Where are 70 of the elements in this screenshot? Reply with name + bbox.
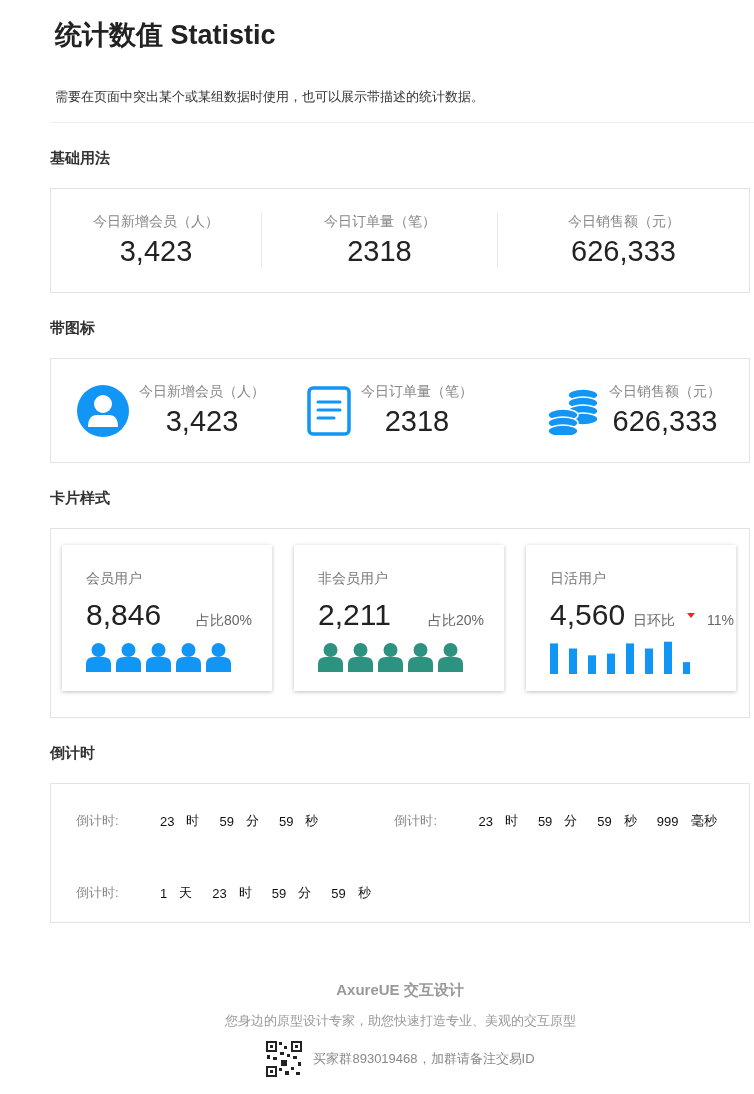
- trend-label: 日环比: [633, 612, 676, 630]
- trend-value: 11%: [707, 612, 735, 628]
- countdown-unit: 秒: [305, 812, 319, 830]
- countdown-label: 倒计时:: [394, 812, 439, 830]
- person-icon: [206, 642, 231, 672]
- countdown-unit: 天: [179, 884, 193, 902]
- card-value: 8,846: [86, 598, 162, 632]
- stat-value: 2318: [384, 405, 450, 438]
- countdown-unit: 分: [298, 884, 312, 902]
- stat-value: 626,333: [612, 405, 718, 438]
- stat-label: 今日新增会员（人）: [139, 383, 265, 401]
- user-icon: [77, 384, 129, 437]
- stat-label: 今日销售额（元）: [609, 383, 721, 401]
- stat-value: 3,423: [119, 235, 193, 268]
- countdown-number: 59: [597, 813, 612, 829]
- document-icon: [307, 385, 351, 436]
- footer-brand: AxureUE 交互设计: [336, 981, 464, 1000]
- countdown-unit: 毫秒: [690, 812, 717, 830]
- card-label: 非会员用户: [318, 570, 388, 588]
- countdown-unit: 时: [186, 812, 200, 830]
- countdown-number: 59: [537, 813, 553, 829]
- countdown-number: 23: [212, 885, 227, 901]
- countdown-unit: 时: [238, 884, 252, 902]
- section-heading: 带图标: [50, 319, 95, 338]
- card-label: 日活用户: [550, 570, 606, 588]
- countdown-number: 999: [656, 813, 679, 829]
- coins-icon: [547, 386, 599, 435]
- person-icon: [318, 642, 343, 672]
- countdown-unit: 分: [564, 812, 578, 830]
- stat-label: 今日订单量（笔）: [361, 383, 473, 401]
- person-icon: [116, 642, 141, 672]
- footer-slogan: 您身边的原型设计专家，助您快速打造专业、美观的交互原型: [224, 1012, 576, 1030]
- stat-value: 626,333: [571, 235, 676, 268]
- countdown-label: 倒计时:: [76, 812, 120, 830]
- countdown-number: 59: [219, 813, 234, 829]
- countdown-number: 59: [278, 813, 294, 829]
- card-value: 4,560: [550, 598, 626, 632]
- stat-label: 今日订单量（笔）: [323, 213, 436, 231]
- card-label: 会员用户: [86, 570, 142, 588]
- countdown-label: 倒计时:: [76, 884, 120, 902]
- stat-label: 今日销售额（元）: [567, 213, 680, 231]
- stat-value: 3,423: [165, 405, 239, 438]
- person-icon: [146, 642, 171, 672]
- section-heading: 卡片样式: [50, 489, 110, 508]
- card-value: 2,211: [318, 598, 391, 632]
- countdown-number: 59: [271, 885, 287, 901]
- ratio-text: 占比80%: [195, 612, 252, 630]
- person-icon: [408, 642, 433, 672]
- person-icon: [378, 642, 403, 672]
- section-heading: 倒计时: [50, 744, 95, 763]
- countdown-number: 23: [160, 813, 175, 829]
- stat-label: 今日新增会员（人）: [93, 213, 219, 231]
- countdown-unit: 秒: [623, 812, 637, 830]
- person-icon: [348, 642, 373, 672]
- stat-value: 2318: [347, 235, 412, 268]
- countdown-unit: 分: [245, 812, 259, 830]
- countdown-unit: 秒: [357, 884, 371, 902]
- qr-code-icon: [265, 1040, 304, 1078]
- page-title: 统计数值 Statistic: [53, 19, 276, 52]
- countdown-number: 59: [331, 885, 346, 901]
- countdown-unit: 时: [504, 812, 518, 830]
- countdown-number: 23: [478, 813, 493, 829]
- person-icon: [438, 642, 463, 672]
- countdown-number: 1: [160, 885, 168, 901]
- person-icon: [176, 642, 201, 672]
- contact-text: 买家群893019468，加群请备注交易ID: [313, 1050, 535, 1068]
- person-icon: [86, 642, 111, 672]
- page-description: 需要在页面中突出某个或某组数据时使用，也可以展示带描述的统计数据。: [54, 88, 484, 106]
- ratio-text: 占比20%: [427, 612, 484, 630]
- section-heading: 基础用法: [50, 149, 110, 168]
